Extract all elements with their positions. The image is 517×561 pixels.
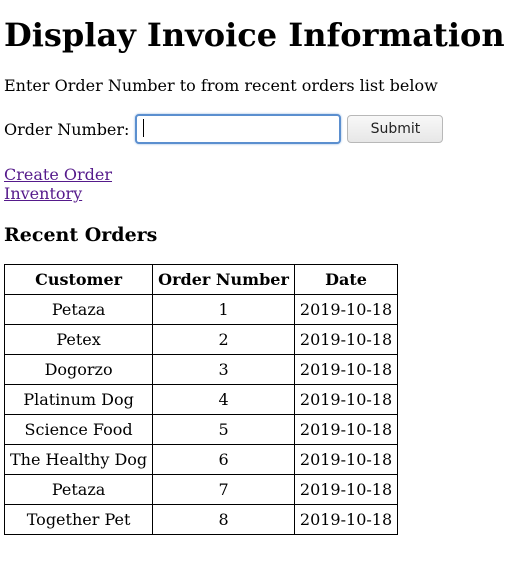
table-row: Together Pet 8 2019-10-18 xyxy=(3,504,399,535)
text-caret xyxy=(143,119,145,137)
customer-cell: Petaza xyxy=(3,474,154,505)
order-number-cell: 5 xyxy=(152,414,295,445)
recent-orders-table: Customer Order Number Date Petaza 1 2019… xyxy=(3,264,399,535)
table-row: Platinum Dog 4 2019-10-18 xyxy=(3,384,399,415)
customer-cell: Science Food xyxy=(3,414,154,445)
customer-cell: Petaza xyxy=(3,294,154,325)
order-form: Order Number: Submit xyxy=(4,113,513,145)
order-number-input[interactable] xyxy=(135,114,342,144)
customer-cell: Dogorzo xyxy=(3,354,154,385)
date-cell: 2019-10-18 xyxy=(293,384,399,415)
order-number-cell: 2 xyxy=(152,324,295,355)
date-cell: 2019-10-18 xyxy=(293,444,399,475)
customer-cell: Platinum Dog xyxy=(3,384,154,415)
column-header-date: Date xyxy=(293,264,399,295)
table-row: The Healthy Dog 6 2019-10-18 xyxy=(3,444,399,475)
submit-button[interactable]: Submit xyxy=(347,115,444,143)
nav-links: Create Order Inventory xyxy=(4,165,513,203)
inventory-link[interactable]: Inventory xyxy=(4,184,82,203)
date-cell: 2019-10-18 xyxy=(293,474,399,505)
date-cell: 2019-10-18 xyxy=(293,414,399,445)
customer-cell: Petex xyxy=(3,324,154,355)
column-header-order-number: Order Number xyxy=(152,264,295,295)
table-row: Dogorzo 3 2019-10-18 xyxy=(3,354,399,385)
recent-orders-title: Recent Orders xyxy=(4,224,158,246)
customer-cell: The Healthy Dog xyxy=(3,444,154,475)
date-cell: 2019-10-18 xyxy=(293,354,399,385)
customer-cell: Together Pet xyxy=(3,504,154,535)
order-number-cell: 3 xyxy=(152,354,295,385)
date-cell: 2019-10-18 xyxy=(293,504,399,535)
date-cell: 2019-10-18 xyxy=(293,294,399,325)
page-title: Display Invoice Information xyxy=(4,16,505,54)
table-row: Science Food 5 2019-10-18 xyxy=(3,414,399,445)
order-number-cell: 7 xyxy=(152,474,295,505)
order-number-cell: 6 xyxy=(152,444,295,475)
order-number-label: Order Number: xyxy=(4,119,130,139)
order-number-input-wrap xyxy=(135,114,342,144)
order-number-cell: 4 xyxy=(152,384,295,415)
create-order-link[interactable]: Create Order xyxy=(4,165,112,184)
instructions-text: Enter Order Number to from recent orders… xyxy=(4,76,438,95)
column-header-customer: Customer xyxy=(3,264,154,295)
table-header-row: Customer Order Number Date xyxy=(3,264,399,295)
table-row: Petaza 1 2019-10-18 xyxy=(3,294,399,325)
order-number-cell: 8 xyxy=(152,504,295,535)
date-cell: 2019-10-18 xyxy=(293,324,399,355)
order-number-cell: 1 xyxy=(152,294,295,325)
table-row: Petex 2 2019-10-18 xyxy=(3,324,399,355)
table-row: Petaza 7 2019-10-18 xyxy=(3,474,399,505)
